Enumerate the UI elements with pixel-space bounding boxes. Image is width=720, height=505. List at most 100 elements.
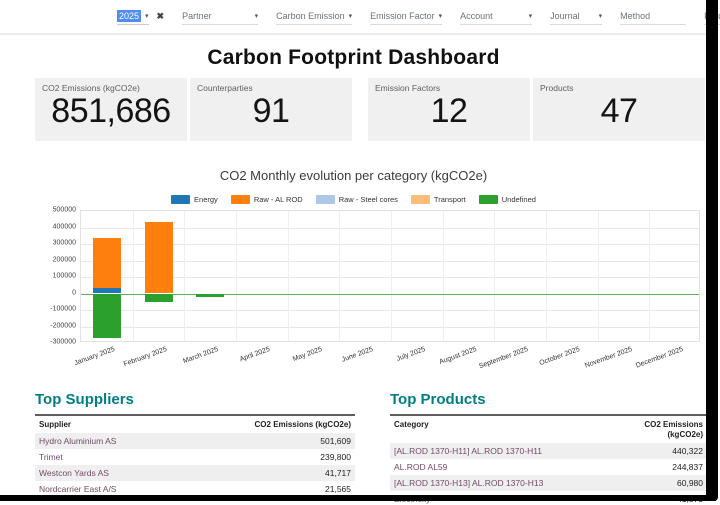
legend-swatch [479, 195, 498, 204]
chart-plot-area [80, 210, 700, 342]
filter-partner[interactable]: Partner ▾ [182, 7, 258, 25]
chevron-down-icon[interactable]: ▾ [349, 12, 353, 20]
chevron-down-icon[interactable]: ▾ [145, 12, 149, 20]
legend-label: Raw - Steel cores [339, 195, 398, 204]
gridline [649, 211, 650, 341]
bar-raw-al-rod [93, 238, 121, 288]
co2-value: 440,322 [615, 443, 707, 459]
legend-swatch [231, 195, 250, 204]
legend-swatch [316, 195, 335, 204]
top-suppliers-heading: Top Suppliers [35, 391, 355, 408]
chevron-down-icon[interactable]: ▾ [529, 12, 533, 20]
filter-method[interactable]: Method [620, 7, 686, 25]
window-edge-bottom [0, 495, 716, 501]
header-divider [0, 33, 707, 35]
y-tick-label: 400000 [36, 223, 76, 230]
filter-label: Partner [182, 11, 212, 21]
filter-carbon-emission-f[interactable]: Carbon Emission F ▾ [276, 7, 352, 25]
co2-value: 239,800 [245, 449, 355, 465]
filter-journal[interactable]: Journal ▾ [550, 7, 602, 25]
table-row: [AL.ROD 1370-H13] AL.ROD 1370-H1360,980 [390, 475, 707, 491]
top-suppliers-table: Supplier CO2 Emissions (kgCO2e) Hydro Al… [35, 414, 355, 497]
x-tick-label: February 2025 [123, 346, 168, 368]
column-header-co2: CO2 Emissions (kgCO2e) [615, 415, 707, 443]
year-filter[interactable]: 2025 ▾ [117, 7, 149, 25]
chevron-down-icon[interactable]: ▾ [599, 12, 603, 20]
kpi-value: 12 [368, 93, 530, 129]
gridline [81, 327, 699, 328]
bar-raw-al-rod [145, 222, 173, 294]
chart-title: CO2 Monthly evolution per category (kgCO… [0, 168, 707, 183]
x-tick-label: September 2025 [479, 346, 530, 370]
kpi-value: 91 [190, 93, 352, 129]
co2-value: 41,717 [245, 465, 355, 481]
legend-item-energy: Energy [171, 195, 218, 204]
filter-label: Method [620, 11, 650, 21]
co2-value: 60,980 [615, 475, 707, 491]
supplier-link[interactable]: Westcon Yards AS [35, 465, 245, 481]
y-tick-label: 100000 [36, 273, 76, 280]
legend-label: Undefined [502, 195, 536, 204]
y-tick-label: -300000 [36, 339, 76, 346]
gridline [339, 211, 340, 341]
y-tick-label: 200000 [36, 256, 76, 263]
gridline [81, 244, 699, 245]
window-edge-right [706, 0, 718, 501]
chevron-down-icon[interactable]: ▾ [439, 12, 443, 20]
gridline [81, 228, 699, 229]
gridline [391, 211, 392, 341]
legend-label: Energy [194, 195, 218, 204]
gridline [81, 277, 699, 278]
product-link[interactable]: [AL.ROD 1370-H13] AL.ROD 1370-H13 [390, 475, 615, 491]
table-row: Westcon Yards AS41,717 [35, 465, 355, 481]
legend-swatch [171, 195, 190, 204]
supplier-link[interactable]: Trimet [35, 449, 245, 465]
x-tick-label: July 2025 [396, 346, 427, 363]
gridline [236, 211, 237, 341]
gridline [494, 211, 495, 341]
filter-label: Carbon Emission F [276, 11, 344, 21]
kpi-card-0: CO2 Emissions (kgCO2e)851,686 [35, 78, 187, 141]
x-tick-label: April 2025 [239, 346, 271, 363]
page-title: Carbon Footprint Dashboard [0, 46, 707, 70]
filter-label: Account [460, 11, 493, 21]
column-header-supplier: Supplier [35, 415, 245, 433]
supplier-link[interactable]: Hydro Aluminium AS [35, 433, 245, 449]
clear-filter-icon[interactable]: ✖ [157, 11, 165, 22]
table-row: AL.ROD AL59244,837 [390, 459, 707, 475]
bar-undefined [145, 294, 173, 302]
legend-item-raw-steel-cores: Raw - Steel cores [316, 195, 398, 204]
gridline [184, 211, 185, 341]
x-tick-label: November 2025 [584, 346, 633, 370]
y-tick-label: 300000 [36, 240, 76, 247]
x-tick-label: October 2025 [539, 346, 581, 367]
kpi-card-1: Counterparties91 [190, 78, 352, 141]
gridline [133, 211, 134, 341]
product-link[interactable]: [AL.ROD 1370-H11] AL.ROD 1370-H11 [390, 443, 615, 459]
kpi-label: Products [533, 78, 705, 93]
top-products-table: Category CO2 Emissions (kgCO2e) [AL.ROD … [390, 414, 707, 505]
y-tick-label: 500000 [36, 207, 76, 214]
year-filter-value[interactable]: 2025 [117, 10, 141, 22]
zero-baseline [81, 294, 699, 295]
kpi-card-2: Emission Factors12 [368, 78, 530, 141]
product-link[interactable]: AL.ROD AL59 [390, 459, 615, 475]
legend-label: Transport [434, 195, 466, 204]
gridline [598, 211, 599, 341]
table-row: Trimet239,800 [35, 449, 355, 465]
filter-account[interactable]: Account ▾ [460, 7, 532, 25]
y-tick-label: 0 [36, 289, 76, 296]
x-tick-label: January 2025 [74, 346, 116, 367]
filter-label: Journal [550, 11, 580, 21]
co2-value: 244,837 [615, 459, 707, 475]
dashboard-window: 2025 ▾ ✖ Partner▾Carbon Emission F▾Emiss… [0, 0, 720, 505]
gridline [81, 261, 699, 262]
gridline [288, 211, 289, 341]
chevron-down-icon[interactable]: ▾ [255, 12, 259, 20]
bar-undefined [93, 294, 121, 339]
x-tick-label: June 2025 [341, 346, 374, 364]
top-products-heading: Top Products [390, 391, 707, 408]
filter-emission-factor-ty[interactable]: Emission Factor Ty▾ [370, 7, 442, 25]
y-tick-label: -200000 [36, 322, 76, 329]
x-tick-label: December 2025 [635, 346, 684, 370]
